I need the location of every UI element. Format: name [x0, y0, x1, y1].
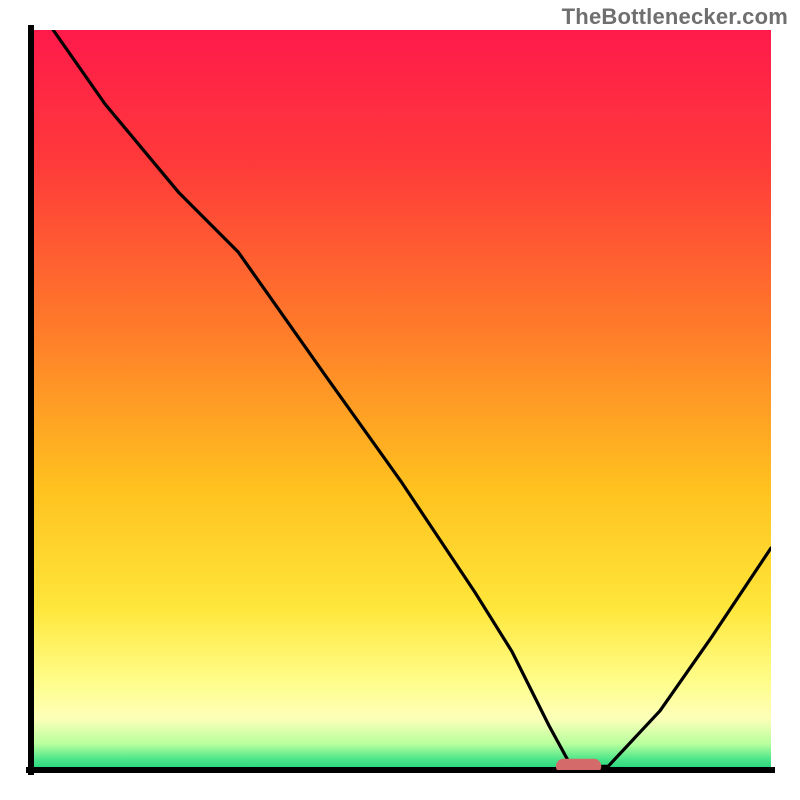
- watermark-text: TheBottlenecker.com: [562, 4, 788, 30]
- heat-gradient-background: [31, 30, 771, 770]
- bottleneck-chart: [0, 0, 800, 800]
- chart-stage: TheBottlenecker.com: [0, 0, 800, 800]
